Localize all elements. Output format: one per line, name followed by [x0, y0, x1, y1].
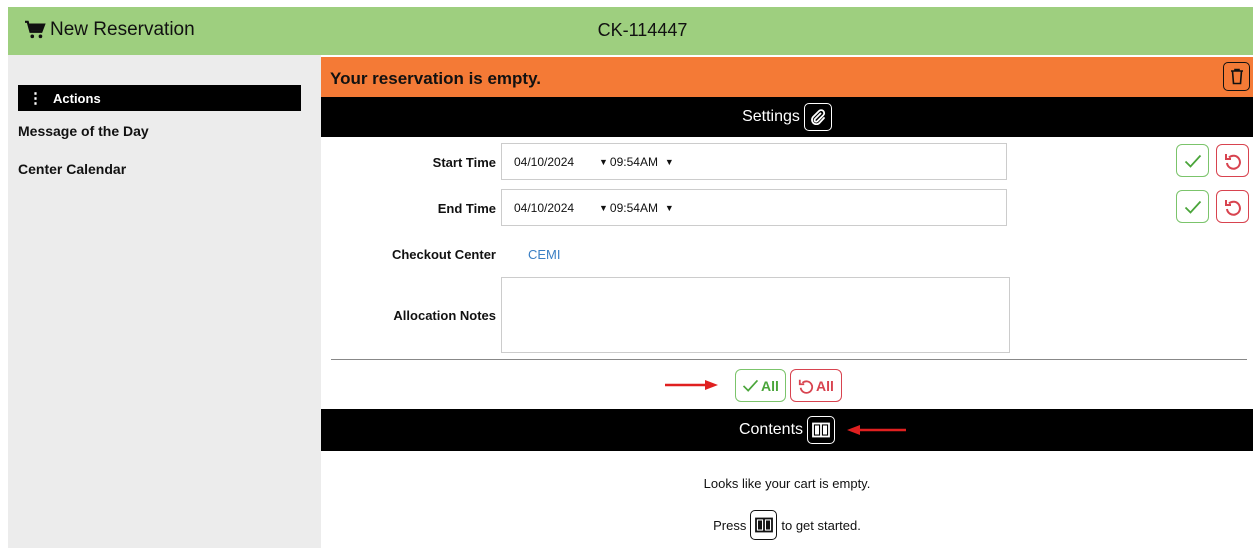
- start-time-dropdown-icon[interactable]: ▼: [665, 157, 674, 167]
- header-bar: New Reservation CK-114447: [8, 7, 1253, 55]
- check-icon: [1184, 200, 1201, 214]
- allocation-notes-input[interactable]: [501, 277, 1010, 353]
- start-date-value[interactable]: 04/10/2024: [514, 155, 599, 169]
- sidebar-link-center-calendar[interactable]: Center Calendar: [18, 161, 126, 177]
- check-icon: [1184, 154, 1201, 168]
- end-time-field[interactable]: 04/10/2024 ▼ 09:54AM ▼: [501, 189, 1007, 226]
- check-icon: [742, 379, 759, 392]
- checkout-center-link[interactable]: CEMI: [528, 247, 561, 262]
- reservation-code: CK-114447: [597, 20, 688, 40]
- empty-reservation-alert: Your reservation is empty.: [321, 57, 1253, 97]
- browse-catalog-inline-button[interactable]: [750, 510, 778, 540]
- annotation-arrow-icon: [665, 380, 718, 390]
- revert-all-label: All: [816, 377, 834, 394]
- end-date-value[interactable]: 04/10/2024: [514, 201, 599, 215]
- undo-icon: [1224, 199, 1241, 216]
- checkout-center-label: Checkout Center: [391, 247, 496, 262]
- end-time-dropdown-icon[interactable]: ▼: [665, 203, 674, 213]
- end-date-dropdown-icon[interactable]: ▼: [599, 203, 608, 213]
- press-prefix: Press: [713, 517, 747, 533]
- start-time-revert-button[interactable]: [1216, 144, 1249, 177]
- press-suffix: to get started.: [781, 517, 861, 533]
- end-time-value[interactable]: 09:54AM: [610, 201, 665, 215]
- undo-icon: [798, 379, 814, 394]
- start-time-value[interactable]: 09:54AM: [610, 155, 665, 169]
- kebab-menu-icon: ⋮: [28, 89, 43, 107]
- actions-label: Actions: [53, 90, 101, 106]
- empty-cart-message: Looks like your cart is empty.: [703, 476, 871, 491]
- main-panel: Your reservation is empty. Settings Star…: [321, 55, 1253, 548]
- start-time-field[interactable]: 04/10/2024 ▼ 09:54AM ▼: [501, 143, 1007, 180]
- allocation-notes-label: Allocation Notes: [393, 308, 496, 323]
- undo-icon: [1224, 153, 1241, 170]
- get-started-hint: Press to get started.: [321, 510, 1253, 540]
- attach-button[interactable]: [803, 103, 832, 131]
- actions-menu-button[interactable]: ⋮ Actions: [18, 85, 301, 111]
- end-time-label: End Time: [437, 201, 496, 216]
- revert-all-button[interactable]: All: [790, 369, 842, 402]
- sidebar: ⋮ Actions Message of the Day Center Cale…: [8, 55, 321, 548]
- start-time-label: Start Time: [432, 155, 496, 170]
- contents-section-header: Contents: [321, 409, 1253, 451]
- end-time-revert-button[interactable]: [1216, 190, 1249, 223]
- apply-all-button[interactable]: All: [735, 369, 786, 402]
- alert-text: Your reservation is empty.: [330, 69, 541, 88]
- settings-divider: [331, 359, 1247, 360]
- settings-title: Settings: [742, 108, 800, 125]
- apply-all-label: All: [761, 377, 779, 394]
- browse-catalog-button[interactable]: [807, 416, 836, 444]
- annotation-arrow-icon: [847, 425, 906, 435]
- book-icon: [812, 422, 830, 438]
- start-time-confirm-button[interactable]: [1176, 144, 1209, 177]
- sidebar-link-message-of-the-day[interactable]: Message of the Day: [18, 123, 149, 139]
- delete-reservation-button[interactable]: [1223, 62, 1250, 91]
- start-date-dropdown-icon[interactable]: ▼: [599, 157, 608, 167]
- trash-icon: [1230, 68, 1243, 85]
- book-icon: [754, 517, 773, 533]
- paperclip-icon: [810, 109, 825, 125]
- settings-section-header: Settings: [321, 97, 1253, 137]
- end-time-confirm-button[interactable]: [1176, 190, 1209, 223]
- contents-title: Contents: [738, 421, 804, 438]
